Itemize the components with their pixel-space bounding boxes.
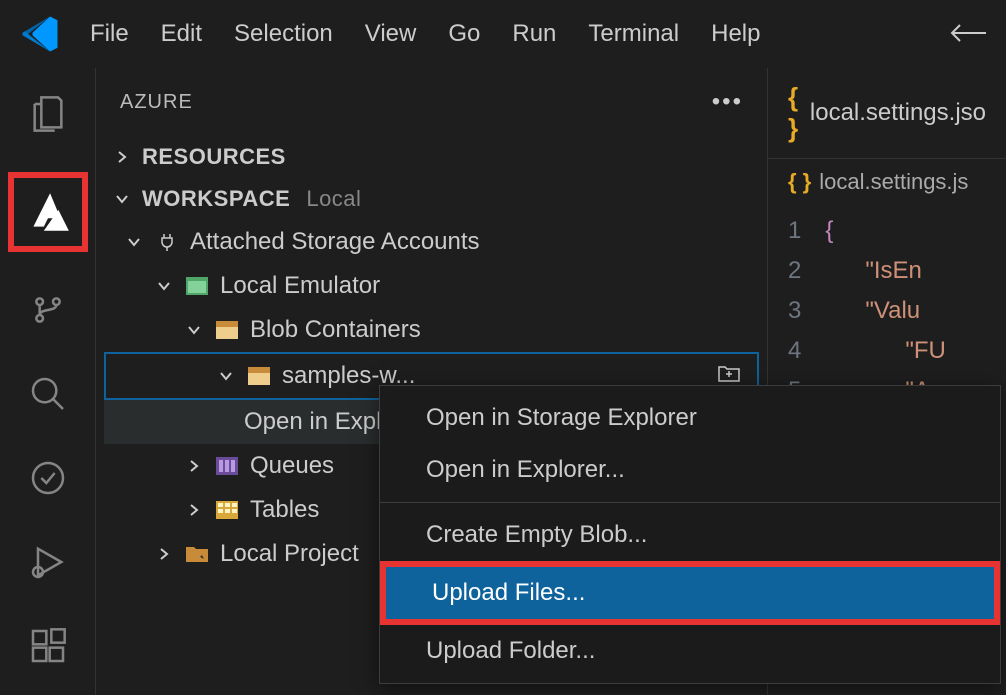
blob-containers-item[interactable]: Blob Containers	[104, 308, 759, 352]
main-menu: File Edit Selection View Go Run Terminal…	[90, 20, 760, 48]
more-icon[interactable]: •••	[712, 88, 743, 116]
resources-label: RESOURCES	[142, 144, 286, 170]
plug-icon	[154, 229, 180, 255]
breadcrumb[interactable]: { } local.settings.js	[768, 159, 1006, 205]
menu-terminal[interactable]: Terminal	[588, 20, 679, 48]
chevron-down-icon	[154, 279, 174, 293]
chevron-down-icon	[112, 192, 132, 206]
chevron-right-icon	[154, 547, 174, 561]
container-icon	[246, 363, 272, 389]
menu-go[interactable]: Go	[448, 20, 480, 48]
menu-file[interactable]: File	[90, 20, 129, 48]
context-menu: Open in Storage Explorer Open in Explore…	[379, 385, 1001, 684]
workspace-section[interactable]: WORKSPACE Local	[104, 178, 759, 220]
container-icon	[214, 317, 240, 343]
queues-icon	[214, 453, 240, 479]
back-arrow-icon[interactable]	[950, 18, 986, 50]
vscode-logo-icon	[20, 14, 60, 54]
code-editor[interactable]: 12345 { "IsEn "Valu "FU "Az	[768, 205, 1006, 411]
test-icon[interactable]	[22, 452, 74, 504]
chevron-right-icon	[184, 459, 204, 473]
extensions-icon[interactable]	[22, 620, 74, 672]
chevron-down-icon	[124, 235, 144, 249]
menu-run[interactable]: Run	[512, 20, 556, 48]
menu-selection[interactable]: Selection	[234, 20, 333, 48]
storage-icon	[184, 273, 210, 299]
explorer-icon[interactable]	[22, 88, 74, 140]
titlebar: File Edit Selection View Go Run Terminal…	[0, 0, 1006, 68]
blob-containers-label: Blob Containers	[250, 316, 421, 344]
workspace-sublabel: Local	[306, 186, 361, 212]
json-braces-icon: { }	[788, 82, 800, 144]
menu-edit[interactable]: Edit	[161, 20, 202, 48]
context-separator	[380, 502, 1000, 503]
context-create-empty-blob[interactable]: Create Empty Blob...	[380, 509, 1000, 561]
search-icon[interactable]	[22, 368, 74, 420]
chevron-right-icon	[112, 150, 132, 164]
local-project-label: Local Project	[220, 540, 359, 568]
context-upload-folder[interactable]: Upload Folder...	[380, 625, 1000, 677]
context-upload-files[interactable]: Upload Files...	[386, 567, 994, 619]
tables-icon	[214, 497, 240, 523]
azure-icon[interactable]	[8, 172, 88, 252]
context-open-explorer[interactable]: Open in Explorer...	[380, 444, 1000, 496]
line-numbers: 12345	[788, 211, 825, 411]
menu-help[interactable]: Help	[711, 20, 760, 48]
code-content: { "IsEn "Valu "FU "Az	[825, 211, 946, 411]
resources-section[interactable]: RESOURCES	[104, 136, 759, 178]
tables-label: Tables	[250, 496, 319, 524]
tab-filename: local.settings.jso	[810, 99, 986, 127]
menu-view[interactable]: View	[365, 20, 417, 48]
workspace-label: WORKSPACE	[142, 186, 290, 212]
local-emulator-item[interactable]: Local Emulator	[104, 264, 759, 308]
activity-bar	[0, 68, 96, 695]
chevron-down-icon	[216, 369, 236, 383]
attached-storage-item[interactable]: Attached Storage Accounts	[104, 220, 759, 264]
json-braces-icon: { }	[788, 169, 811, 195]
attached-storage-label: Attached Storage Accounts	[190, 228, 480, 256]
project-folder-icon	[184, 541, 210, 567]
chevron-down-icon	[184, 323, 204, 337]
local-emulator-label: Local Emulator	[220, 272, 380, 300]
open-in-expl-label: Open in Expl	[244, 408, 381, 436]
queues-label: Queues	[250, 452, 334, 480]
editor-tab[interactable]: { } local.settings.jso	[768, 68, 1006, 159]
context-open-storage-explorer[interactable]: Open in Storage Explorer	[380, 392, 1000, 444]
run-debug-icon[interactable]	[22, 536, 74, 588]
breadcrumb-file: local.settings.js	[819, 169, 968, 195]
source-control-icon[interactable]	[22, 284, 74, 336]
sidebar-title: AZURE	[120, 91, 193, 114]
chevron-right-icon	[184, 503, 204, 517]
